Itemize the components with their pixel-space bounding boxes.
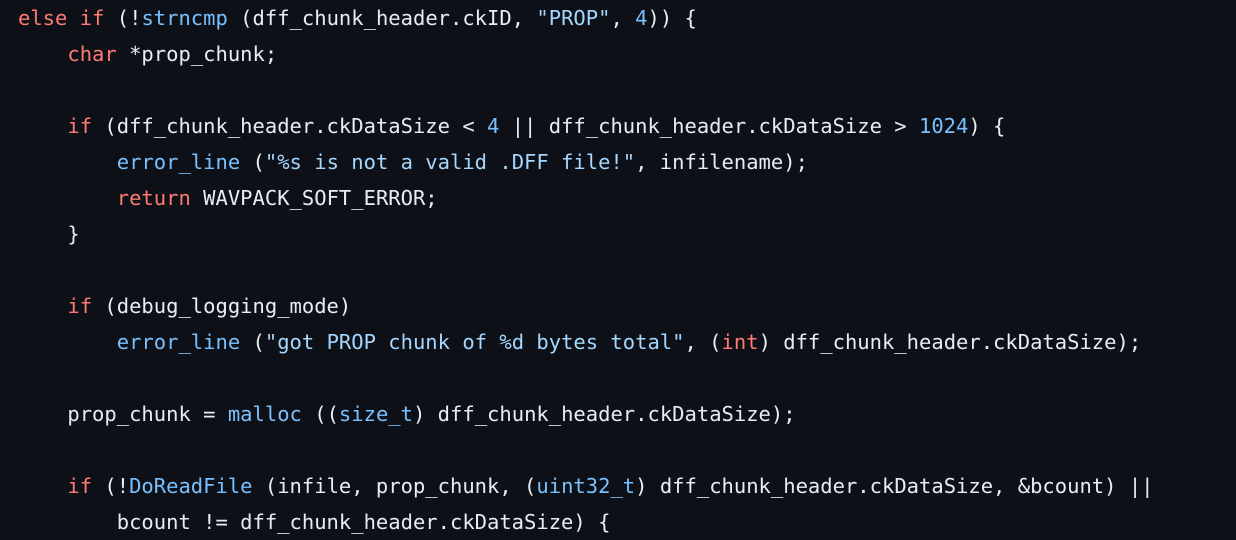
code-viewer: else if (!strncmp (dff_chunk_header.ckID…	[0, 0, 1236, 540]
code-token-plain: WAVPACK_SOFT_ERROR;	[190, 186, 438, 210]
code-line: return WAVPACK_SOFT_ERROR;	[18, 183, 438, 213]
code-token-plain: ) dff_chunk_header.ckDataSize, &bcount) …	[635, 474, 1154, 498]
code-token-plain: ) {	[968, 114, 1006, 138]
code-token-keyword: if	[67, 294, 93, 318]
code-token-func: error_line	[116, 330, 241, 354]
code-token-number: 4	[487, 114, 500, 138]
code-token-string: "%s is not a valid .DFF file!"	[264, 150, 636, 174]
code-token-plain: , infilename);	[635, 150, 808, 174]
code-token-keyword: int	[721, 330, 759, 354]
code-token-string: "got PROP chunk of %d bytes total"	[264, 330, 685, 354]
code-token-plain: ) dff_chunk_header.ckDataSize);	[412, 402, 796, 426]
code-token-plain: prop_chunk =	[18, 402, 228, 426]
code-token-keyword: return	[116, 186, 191, 210]
code-line: bcount != dff_chunk_header.ckDataSize) {	[18, 507, 611, 537]
code-token-plain: (	[240, 330, 265, 354]
code-token-plain: || dff_chunk_header.ckDataSize >	[499, 114, 919, 138]
code-token-plain: (dff_chunk_header.ckID,	[227, 6, 537, 30]
code-token-plain: , (	[684, 330, 722, 354]
code-line: error_line ("got PROP chunk of %d bytes …	[18, 327, 1141, 357]
code-token-string: "PROP"	[536, 6, 611, 30]
code-line: if (debug_logging_mode)	[18, 291, 351, 321]
code-token-plain: )) {	[647, 6, 697, 30]
code-token-func: uint32_t	[536, 474, 636, 498]
code-token-keyword: char	[67, 42, 117, 66]
code-token-func: size_t	[338, 402, 413, 426]
code-token-plain: (dff_chunk_header.ckDataSize <	[92, 114, 488, 138]
code-token-plain: }	[18, 222, 80, 246]
code-token-func: error_line	[116, 150, 241, 174]
code-token-keyword: else	[18, 6, 68, 30]
code-token-func: DoReadFile	[129, 474, 253, 498]
code-token-number: 1024	[919, 114, 969, 138]
code-token-plain: ,	[610, 6, 636, 30]
code-line: if (dff_chunk_header.ckDataSize < 4 || d…	[18, 111, 1005, 141]
code-token-plain: (	[240, 150, 265, 174]
code-token-plain: (debug_logging_mode)	[92, 294, 352, 318]
code-line: char *prop_chunk;	[18, 39, 277, 69]
code-token-plain: ((	[301, 402, 339, 426]
code-line: error_line ("%s is not a valid .DFF file…	[18, 147, 808, 177]
code-token-plain: ) dff_chunk_header.ckDataSize);	[758, 330, 1142, 354]
code-token-plain: (!	[104, 6, 142, 30]
code-token-number: 4	[635, 6, 648, 30]
code-token-func: strncmp	[141, 6, 228, 30]
code-token-keyword: if	[67, 474, 93, 498]
code-line: }	[18, 219, 80, 249]
code-token-keyword: if	[79, 6, 105, 30]
code-line: else if (!strncmp (dff_chunk_header.ckID…	[18, 3, 697, 33]
code-token-plain: *prop_chunk;	[116, 42, 278, 66]
code-line: prop_chunk = malloc ((size_t) dff_chunk_…	[18, 399, 796, 429]
code-line: if (!DoReadFile (infile, prop_chunk, (ui…	[18, 471, 1154, 501]
code-token-plain: (infile, prop_chunk, (	[252, 474, 537, 498]
code-token-plain: bcount != dff_chunk_header.ckDataSize) {	[18, 510, 611, 534]
code-token-plain: (!	[92, 474, 130, 498]
code-token-keyword: if	[67, 114, 93, 138]
code-token-func: malloc	[227, 402, 302, 426]
